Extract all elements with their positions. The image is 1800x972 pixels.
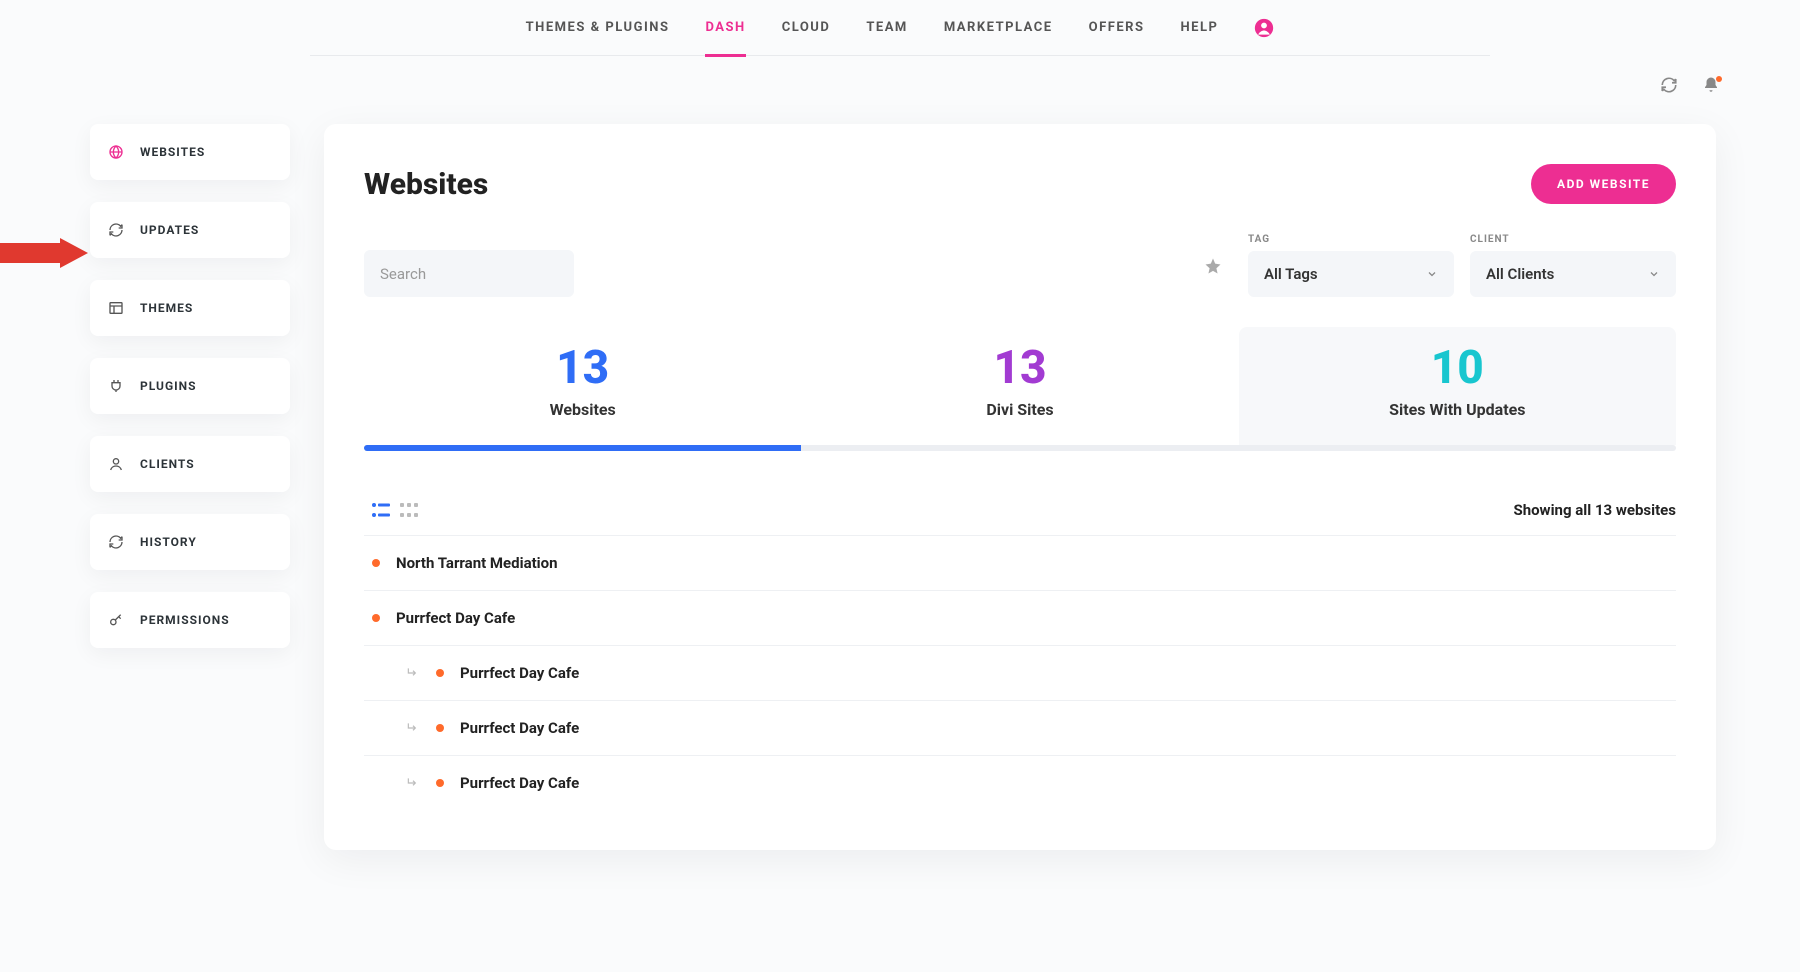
list-view-toggle[interactable] bbox=[372, 503, 390, 517]
stat-value: 13 bbox=[374, 343, 791, 394]
sidebar-item-label: HISTORY bbox=[140, 535, 197, 549]
site-list: North Tarrant Mediation Purrfect Day Caf… bbox=[364, 535, 1676, 810]
site-row[interactable]: Purrfect Day Cafe bbox=[364, 645, 1676, 700]
sidebar-item-clients[interactable]: CLIENTS bbox=[90, 436, 290, 492]
sidebar-item-label: PERMISSIONS bbox=[140, 613, 230, 627]
refresh-icon[interactable] bbox=[1660, 76, 1678, 94]
site-row[interactable]: North Tarrant Mediation bbox=[364, 535, 1676, 590]
notification-dot bbox=[1716, 76, 1722, 82]
tab-indicator bbox=[364, 445, 1676, 451]
main-panel: Websites ADD WEBSITE TAG All Tags bbox=[324, 124, 1716, 850]
stat-tab-websites[interactable]: 13 Websites bbox=[364, 327, 801, 445]
chevron-down-icon bbox=[1426, 268, 1438, 280]
sidebar-item-label: CLIENTS bbox=[140, 457, 195, 471]
sidebar-item-plugins[interactable]: PLUGINS bbox=[90, 358, 290, 414]
top-nav: THEMES & PLUGINS DASH CLOUD TEAM MARKETP… bbox=[310, 0, 1490, 56]
client-select-value: All Clients bbox=[1486, 265, 1554, 283]
nav-offers[interactable]: OFFERS bbox=[1089, 0, 1145, 56]
stat-label: Sites With Updates bbox=[1249, 400, 1666, 419]
stat-value: 13 bbox=[811, 343, 1228, 394]
site-name: North Tarrant Mediation bbox=[396, 554, 706, 572]
status-dot bbox=[436, 724, 444, 732]
stat-label: Websites bbox=[374, 400, 791, 419]
status-dot bbox=[436, 669, 444, 677]
stat-tab-divi[interactable]: 13 Divi Sites bbox=[801, 327, 1238, 445]
nav-themes-plugins[interactable]: THEMES & PLUGINS bbox=[526, 0, 670, 56]
sidebar-item-label: UPDATES bbox=[140, 223, 199, 237]
sidebar-item-updates[interactable]: UPDATES bbox=[90, 202, 290, 258]
page-title: Websites bbox=[364, 167, 488, 202]
globe-icon bbox=[108, 144, 124, 160]
child-arrow-icon bbox=[406, 666, 420, 680]
site-name: Purrfect Day Cafe bbox=[460, 774, 720, 792]
refresh-icon bbox=[108, 222, 124, 238]
add-website-button[interactable]: ADD WEBSITE bbox=[1531, 164, 1676, 204]
child-arrow-icon bbox=[406, 776, 420, 790]
tag-select[interactable]: All Tags bbox=[1248, 251, 1454, 297]
site-name: Purrfect Day Cafe bbox=[460, 719, 720, 737]
tag-select-value: All Tags bbox=[1264, 265, 1318, 283]
status-dot bbox=[372, 559, 380, 567]
sidebar-item-permissions[interactable]: PERMISSIONS bbox=[90, 592, 290, 648]
search-input[interactable] bbox=[380, 265, 558, 283]
nav-team[interactable]: TEAM bbox=[866, 0, 907, 56]
sidebar-item-themes[interactable]: THEMES bbox=[90, 280, 290, 336]
sidebar-item-label: THEMES bbox=[140, 301, 193, 315]
stat-tab-updates[interactable]: 10 Sites With Updates bbox=[1239, 327, 1676, 445]
site-row[interactable]: Purrfect Day Cafe bbox=[364, 755, 1676, 810]
bell-icon[interactable] bbox=[1702, 76, 1720, 94]
tag-filter-label: TAG bbox=[1248, 234, 1454, 245]
showing-count: Showing all 13 websites bbox=[1513, 501, 1676, 519]
site-name: Purrfect Day Cafe bbox=[396, 609, 706, 627]
nav-cloud[interactable]: CLOUD bbox=[782, 0, 831, 56]
chevron-down-icon bbox=[1648, 268, 1660, 280]
status-dot bbox=[436, 779, 444, 787]
child-arrow-icon bbox=[406, 721, 420, 735]
nav-help[interactable]: HELP bbox=[1181, 0, 1219, 56]
sidebar: WEBSITES UPDATES THEMES PLUGINS CLIENTS bbox=[90, 124, 290, 850]
utility-bar bbox=[0, 56, 1800, 94]
site-row[interactable]: Purrfect Day Cafe bbox=[364, 590, 1676, 645]
client-filter-label: CLIENT bbox=[1470, 234, 1676, 245]
stat-value: 10 bbox=[1249, 343, 1666, 394]
sidebar-item-label: PLUGINS bbox=[140, 379, 196, 393]
status-dot bbox=[372, 614, 380, 622]
star-icon[interactable] bbox=[1204, 257, 1222, 275]
account-icon[interactable] bbox=[1254, 18, 1274, 38]
nav-marketplace[interactable]: MARKETPLACE bbox=[944, 0, 1053, 56]
grid-view-toggle[interactable] bbox=[400, 503, 418, 517]
site-row[interactable]: Purrfect Day Cafe bbox=[364, 700, 1676, 755]
sidebar-item-label: WEBSITES bbox=[140, 145, 205, 159]
sidebar-item-history[interactable]: HISTORY bbox=[90, 514, 290, 570]
site-name: Purrfect Day Cafe bbox=[460, 664, 720, 682]
refresh-icon bbox=[108, 534, 124, 550]
plug-icon bbox=[108, 378, 124, 394]
sidebar-item-websites[interactable]: WEBSITES bbox=[90, 124, 290, 180]
annotation-arrow bbox=[0, 238, 88, 268]
nav-dash[interactable]: DASH bbox=[705, 0, 745, 56]
key-icon bbox=[108, 612, 124, 628]
layout-icon bbox=[108, 300, 124, 316]
client-select[interactable]: All Clients bbox=[1470, 251, 1676, 297]
search-input-wrapper[interactable] bbox=[364, 250, 574, 297]
user-icon bbox=[108, 456, 124, 472]
stat-label: Divi Sites bbox=[811, 400, 1228, 419]
